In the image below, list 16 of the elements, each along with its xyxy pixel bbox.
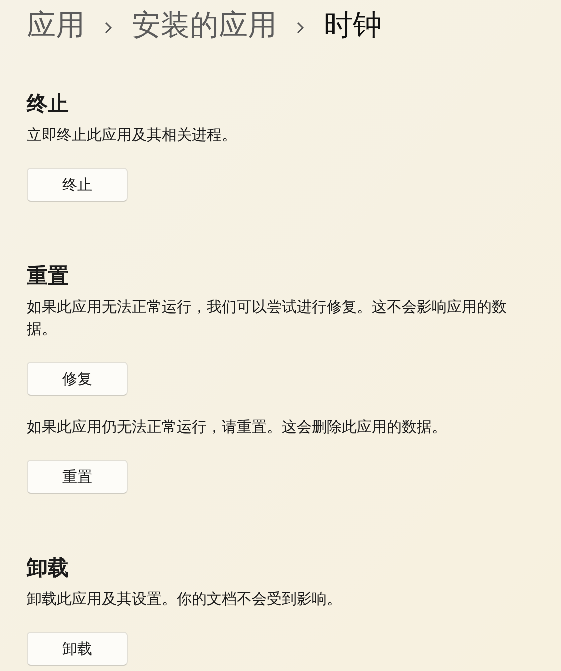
breadcrumb-item: 时钟: [324, 7, 382, 44]
description-text: 如果此应用仍无法正常运行，请重置。这会删除此应用的数据。: [27, 417, 448, 438]
section-heading: 终止: [27, 91, 70, 118]
section-heading: 重置: [27, 263, 70, 290]
chevron-right-icon: [296, 21, 305, 35]
action-button[interactable]: 重置: [27, 460, 128, 494]
breadcrumb-item[interactable]: 应用: [27, 4, 85, 48]
description-text: 如果此应用无法正常运行，我们可以尝试进行修复。这不会影响应用的数据。: [27, 297, 508, 340]
chevron-right-icon: [104, 21, 113, 35]
description-text: 卸载此应用及其设置。你的文档不会受到影响。: [27, 589, 343, 610]
section-heading: 卸载: [27, 555, 70, 582]
action-button[interactable]: 卸载: [27, 632, 128, 666]
breadcrumb-item[interactable]: 安装的应用: [132, 4, 277, 48]
action-button[interactable]: 修复: [27, 362, 128, 396]
description-text: 立即终止此应用及其相关进程。: [27, 125, 238, 146]
action-button[interactable]: 终止: [27, 168, 128, 202]
